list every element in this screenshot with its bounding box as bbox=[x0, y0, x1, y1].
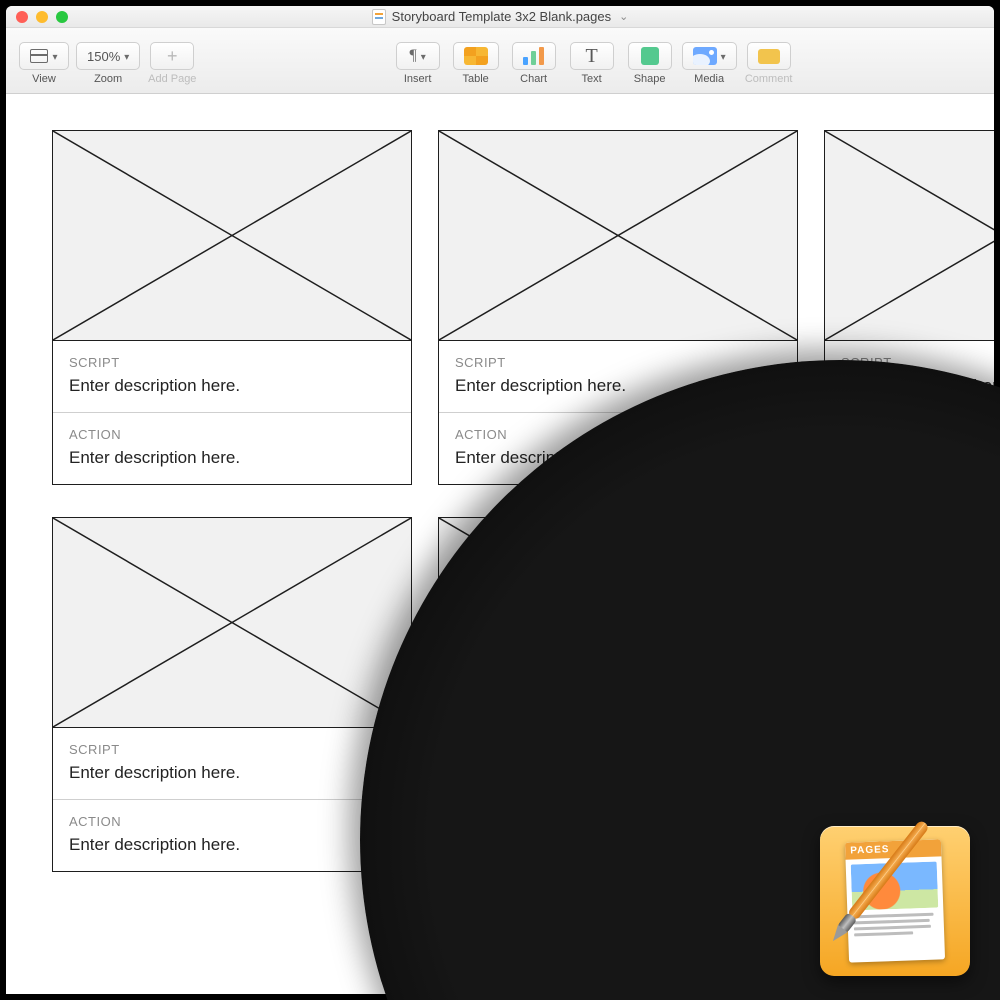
script-section[interactable]: SCRIPT Enter description here. bbox=[825, 341, 994, 412]
storyboard-cell[interactable]: SCRIPT Enter description here. ACTION Enter… bbox=[438, 517, 798, 872]
action-text[interactable]: Enter description here. bbox=[841, 835, 994, 855]
action-heading: ACTION bbox=[841, 814, 994, 829]
toolbar-group-center: ¶▾ Insert Table Chart T Text Shape ▾ Me bbox=[392, 42, 795, 85]
zoom-button[interactable]: 150% ▾ Zoom bbox=[76, 42, 140, 85]
comment-label: Comment bbox=[745, 73, 793, 85]
view-label: View bbox=[32, 73, 56, 85]
add-page-label: Add Page bbox=[148, 73, 196, 85]
script-heading: SCRIPT bbox=[841, 355, 994, 370]
action-section[interactable]: ACTION Enter description here. bbox=[53, 799, 411, 871]
action-section[interactable]: ACTION Enter description here. bbox=[825, 799, 994, 871]
chart-icon bbox=[523, 47, 544, 65]
action-section[interactable]: ACTION Enter description here. bbox=[439, 799, 797, 871]
script-section[interactable]: SCRIPT Enter description here. bbox=[439, 728, 797, 799]
script-heading: SCRIPT bbox=[69, 742, 395, 757]
script-text[interactable]: Enter description here. bbox=[455, 763, 781, 783]
storyboard-thumb[interactable] bbox=[439, 131, 797, 341]
window-title-text: Storyboard Template 3x2 Blank.pages bbox=[392, 9, 611, 24]
document-icon bbox=[372, 9, 386, 25]
script-text[interactable]: Enter description here. bbox=[69, 376, 395, 396]
app-window: Storyboard Template 3x2 Blank.pages ⌄ ▾ … bbox=[6, 6, 994, 994]
script-section[interactable]: SCRIPT Enter description here. bbox=[53, 341, 411, 412]
window-controls bbox=[6, 11, 68, 23]
toolbar-group-left: ▾ View 150% ▾ Zoom + Add Page bbox=[18, 42, 198, 85]
shape-icon bbox=[641, 47, 659, 65]
storyboard-thumb[interactable] bbox=[825, 131, 994, 341]
script-text[interactable]: Enter description here. bbox=[841, 763, 994, 783]
table-label: Table bbox=[462, 73, 488, 85]
chart-button[interactable]: Chart bbox=[508, 42, 560, 85]
plus-icon: + bbox=[167, 46, 178, 67]
view-button[interactable]: ▾ View bbox=[18, 42, 70, 85]
text-button[interactable]: T Text bbox=[566, 42, 618, 85]
shape-label: Shape bbox=[634, 73, 666, 85]
script-heading: SCRIPT bbox=[841, 742, 994, 757]
storyboard-thumb[interactable] bbox=[53, 131, 411, 341]
script-heading: SCRIPT bbox=[455, 355, 781, 370]
media-icon bbox=[693, 47, 717, 65]
storyboard-cell[interactable]: SCRIPT Enter description here. ACTION Enter… bbox=[824, 130, 994, 485]
insert-label: Insert bbox=[404, 73, 432, 85]
action-heading: ACTION bbox=[455, 427, 781, 442]
action-text[interactable]: Enter description here. bbox=[841, 448, 994, 468]
action-heading: ACTION bbox=[69, 814, 395, 829]
action-text[interactable]: Enter description here. bbox=[455, 448, 781, 468]
storyboard-cell[interactable]: SCRIPT Enter description here. ACTION Enter… bbox=[824, 517, 994, 872]
action-section[interactable]: ACTION Enter description here. bbox=[439, 412, 797, 484]
script-heading: SCRIPT bbox=[69, 355, 395, 370]
action-section[interactable]: ACTION Enter description here. bbox=[53, 412, 411, 484]
close-window-button[interactable] bbox=[16, 11, 28, 23]
table-icon bbox=[464, 47, 488, 65]
view-icon bbox=[30, 49, 48, 63]
script-section[interactable]: SCRIPT Enter description here. bbox=[53, 728, 411, 799]
minimize-window-button[interactable] bbox=[36, 11, 48, 23]
document-canvas[interactable]: SCRIPT Enter description here. ACTION Enter… bbox=[6, 94, 994, 994]
script-text[interactable]: Enter description here. bbox=[69, 763, 395, 783]
media-label: Media bbox=[694, 73, 724, 85]
storyboard-thumb[interactable] bbox=[439, 518, 797, 728]
storyboard-cell[interactable]: SCRIPT Enter description here. ACTION Enter… bbox=[52, 517, 412, 872]
table-button[interactable]: Table bbox=[450, 42, 502, 85]
media-button[interactable]: ▾ Media bbox=[682, 42, 737, 85]
storyboard-cell[interactable]: SCRIPT Enter description here. ACTION Enter… bbox=[438, 130, 798, 485]
action-section[interactable]: ACTION Enter description here. bbox=[825, 412, 994, 484]
storyboard-thumb[interactable] bbox=[53, 518, 411, 728]
shape-button[interactable]: Shape bbox=[624, 42, 676, 85]
comment-button[interactable]: Comment bbox=[743, 42, 795, 85]
storyboard-grid: SCRIPT Enter description here. ACTION Enter… bbox=[52, 130, 994, 872]
zoom-value: 150% bbox=[87, 49, 120, 64]
text-label: Text bbox=[582, 73, 602, 85]
text-icon: T bbox=[586, 45, 598, 68]
script-heading: SCRIPT bbox=[455, 742, 781, 757]
action-heading: ACTION bbox=[841, 427, 994, 442]
chevron-down-icon: ▾ bbox=[52, 52, 57, 63]
zoom-label: Zoom bbox=[94, 73, 122, 85]
comment-icon bbox=[758, 49, 780, 64]
title-dropdown-icon: ⌄ bbox=[619, 10, 628, 23]
chevron-down-icon: ▾ bbox=[721, 52, 726, 63]
add-page-button[interactable]: + Add Page bbox=[146, 42, 198, 85]
chart-label: Chart bbox=[520, 73, 547, 85]
storyboard-thumb[interactable] bbox=[825, 518, 994, 728]
action-heading: ACTION bbox=[455, 814, 781, 829]
window-title: Storyboard Template 3x2 Blank.pages ⌄ bbox=[6, 9, 994, 25]
chevron-down-icon: ▾ bbox=[421, 52, 426, 63]
toolbar: ▾ View 150% ▾ Zoom + Add Page ¶ ▾ Insert T… bbox=[6, 28, 994, 94]
script-text[interactable]: Enter description here. bbox=[841, 376, 994, 396]
paragraph-icon: ¶ bbox=[409, 47, 416, 65]
titlebar: Storyboard Template 3x2 Blank.pages ⌄ bbox=[6, 6, 994, 28]
script-section[interactable]: SCRIPT Enter description here. bbox=[825, 728, 994, 799]
script-section[interactable]: SCRIPT Enter description here. bbox=[439, 341, 797, 412]
action-text[interactable]: Enter description here. bbox=[69, 448, 395, 468]
storyboard-cell[interactable]: SCRIPT Enter description here. ACTION Enter… bbox=[52, 130, 412, 485]
action-heading: ACTION bbox=[69, 427, 395, 442]
insert-button[interactable]: ¶ ▾ Insert bbox=[392, 42, 444, 85]
action-text[interactable]: Enter description here. bbox=[455, 835, 781, 855]
chevron-down-icon: ▾ bbox=[124, 52, 129, 63]
zoom-window-button[interactable] bbox=[56, 11, 68, 23]
action-text[interactable]: Enter description here. bbox=[69, 835, 395, 855]
script-text[interactable]: Enter description here. bbox=[455, 376, 781, 396]
